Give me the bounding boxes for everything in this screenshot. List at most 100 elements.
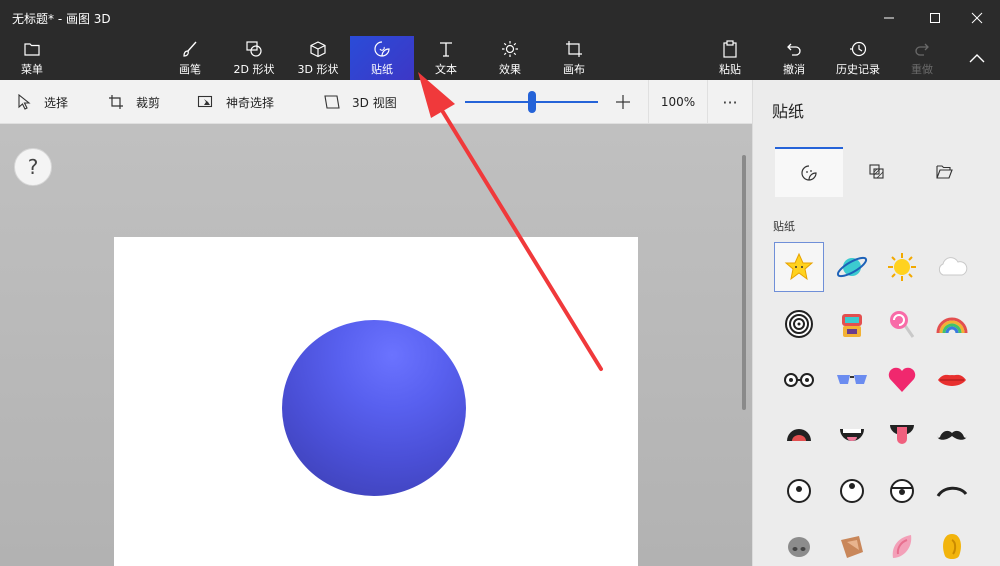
tab-2d-shapes[interactable]: 2D 形状 — [222, 36, 286, 80]
menu-button[interactable]: 菜单 — [0, 36, 64, 80]
maximize-icon — [930, 13, 940, 23]
tab-stickers[interactable]: 贴纸 — [350, 36, 414, 80]
cloud-sticker[interactable] — [927, 242, 977, 292]
window-title: 无标题* - 画图 3D — [12, 12, 111, 26]
tab-brushes[interactable]: 画笔 — [158, 36, 222, 80]
stickers-panel: 贴纸 贴纸 — [752, 80, 1000, 566]
tab-custom-category[interactable] — [911, 147, 979, 197]
history-button[interactable]: 历史记录 — [826, 36, 890, 80]
eye-sticker[interactable] — [774, 466, 824, 516]
star-sticker[interactable] — [774, 242, 824, 292]
nose-sticker[interactable] — [774, 522, 824, 566]
tab-canvas-label: 画布 — [563, 63, 585, 76]
help-button[interactable]: ? — [14, 148, 52, 186]
mustache-sticker[interactable] — [927, 410, 977, 460]
eye-sticker-3[interactable] — [877, 466, 927, 516]
text-icon — [438, 39, 454, 59]
yellow-ear-sticker[interactable] — [927, 522, 977, 566]
heart-sticker[interactable] — [877, 355, 927, 405]
cube-icon — [309, 39, 327, 59]
zoom-slider-thumb[interactable] — [527, 91, 536, 113]
tongue-sticker[interactable] — [877, 410, 927, 460]
ellipsis-icon: ··· — [722, 92, 738, 112]
workspace: ? — [0, 124, 752, 566]
history-icon — [849, 39, 867, 59]
close-icon — [971, 12, 983, 24]
minimize-button[interactable] — [866, 4, 912, 32]
3d-view-icon — [322, 92, 342, 112]
eyebrow-sticker[interactable] — [927, 466, 977, 516]
2d-shapes-icon — [244, 39, 264, 59]
tab-3d-shapes[interactable]: 3D 形状 — [286, 36, 350, 80]
paste-button[interactable]: 粘贴 — [698, 36, 762, 80]
tab-text-label: 文本 — [435, 63, 457, 76]
menu-label: 菜单 — [21, 63, 43, 76]
ear-sticker[interactable] — [827, 522, 877, 566]
redo-label: 重做 — [911, 63, 933, 76]
undo-icon — [785, 39, 803, 59]
ribbon: 菜单 画笔 2D 形状 3D 形状 贴纸 文本 效果 画布 粘贴 撤消 历史记录… — [0, 36, 1000, 80]
plus-icon — [616, 95, 630, 109]
pink-ear-sticker[interactable] — [877, 522, 927, 566]
tab-stickers-label: 贴纸 — [371, 63, 393, 76]
undo-button[interactable]: 撤消 — [762, 36, 826, 80]
tab-3d-shapes-label: 3D 形状 — [297, 63, 339, 76]
tab-canvas[interactable]: 画布 — [542, 36, 606, 80]
minus-icon — [427, 101, 441, 103]
tab-brushes-label: 画笔 — [179, 63, 201, 76]
paste-icon — [722, 39, 738, 59]
drawing-canvas[interactable] — [114, 237, 638, 566]
crop-label: 裁剪 — [136, 95, 161, 110]
close-button[interactable] — [954, 4, 1000, 32]
3d-view-label: 3D 视图 — [352, 95, 397, 110]
rainbow-sticker[interactable] — [927, 299, 977, 349]
sun-icon — [501, 39, 519, 59]
glasses-sticker[interactable] — [774, 355, 824, 405]
paint3d-window: 无标题* - 画图 3D 菜单 画笔 2D 形状 3D 形状 贴纸 文本 效果 … — [0, 0, 1000, 566]
select-tool[interactable]: 选择 — [14, 80, 68, 124]
tab-2d-shapes-label: 2D 形状 — [233, 63, 275, 76]
select-label: 选择 — [44, 95, 69, 110]
tab-effects-label: 效果 — [499, 63, 521, 76]
sunglasses-sticker[interactable] — [827, 355, 877, 405]
cursor-icon — [14, 92, 34, 112]
magic-select-tool[interactable]: 神奇选择 — [196, 80, 274, 124]
tab-effects[interactable]: 效果 — [478, 36, 542, 80]
redo-button[interactable]: 重做 — [890, 36, 954, 80]
redo-icon — [913, 39, 931, 59]
title-bar: 无标题* - 画图 3D — [0, 0, 1000, 36]
folder-icon — [24, 39, 40, 59]
canvas-icon — [565, 39, 583, 59]
lips-sticker[interactable] — [927, 355, 977, 405]
zoom-out-button[interactable] — [426, 94, 442, 110]
eye-sticker-2[interactable] — [827, 466, 877, 516]
zoom-in-button[interactable] — [615, 94, 631, 110]
history-label: 历史记录 — [836, 63, 880, 76]
crop-tool[interactable]: 裁剪 — [106, 80, 160, 124]
selection-toolbar: 选择 裁剪 神奇选择 3D 视图 100% ··· — [0, 80, 752, 124]
minimize-icon — [884, 17, 894, 19]
sticker-icon — [801, 165, 817, 181]
collapse-ribbon-button[interactable] — [954, 36, 1000, 80]
lollipop-sticker[interactable] — [877, 299, 927, 349]
grin-mouth-sticker[interactable] — [827, 410, 877, 460]
undo-label: 撤消 — [783, 63, 805, 76]
tab-stickers-category[interactable] — [775, 147, 843, 197]
more-options-button[interactable]: ··· — [708, 80, 752, 124]
robot-sticker[interactable] — [827, 299, 877, 349]
3d-view-toggle[interactable]: 3D 视图 — [322, 80, 397, 124]
planet-sticker[interactable] — [827, 242, 877, 292]
tab-textures-category[interactable] — [843, 147, 911, 197]
vertical-scrollbar[interactable] — [742, 155, 746, 410]
paste-label: 粘贴 — [719, 63, 741, 76]
brush-icon — [181, 39, 199, 59]
spiral-sticker[interactable] — [774, 299, 824, 349]
magic-select-icon — [196, 92, 216, 112]
zoom-percent[interactable]: 100% — [648, 80, 708, 124]
panel-title: 贴纸 — [772, 102, 805, 121]
sun-sticker[interactable] — [877, 242, 927, 292]
tab-text[interactable]: 文本 — [414, 36, 478, 80]
open-mouth-sticker[interactable] — [774, 410, 824, 460]
blue-sphere-object[interactable] — [282, 320, 466, 496]
maximize-button[interactable] — [912, 4, 958, 32]
